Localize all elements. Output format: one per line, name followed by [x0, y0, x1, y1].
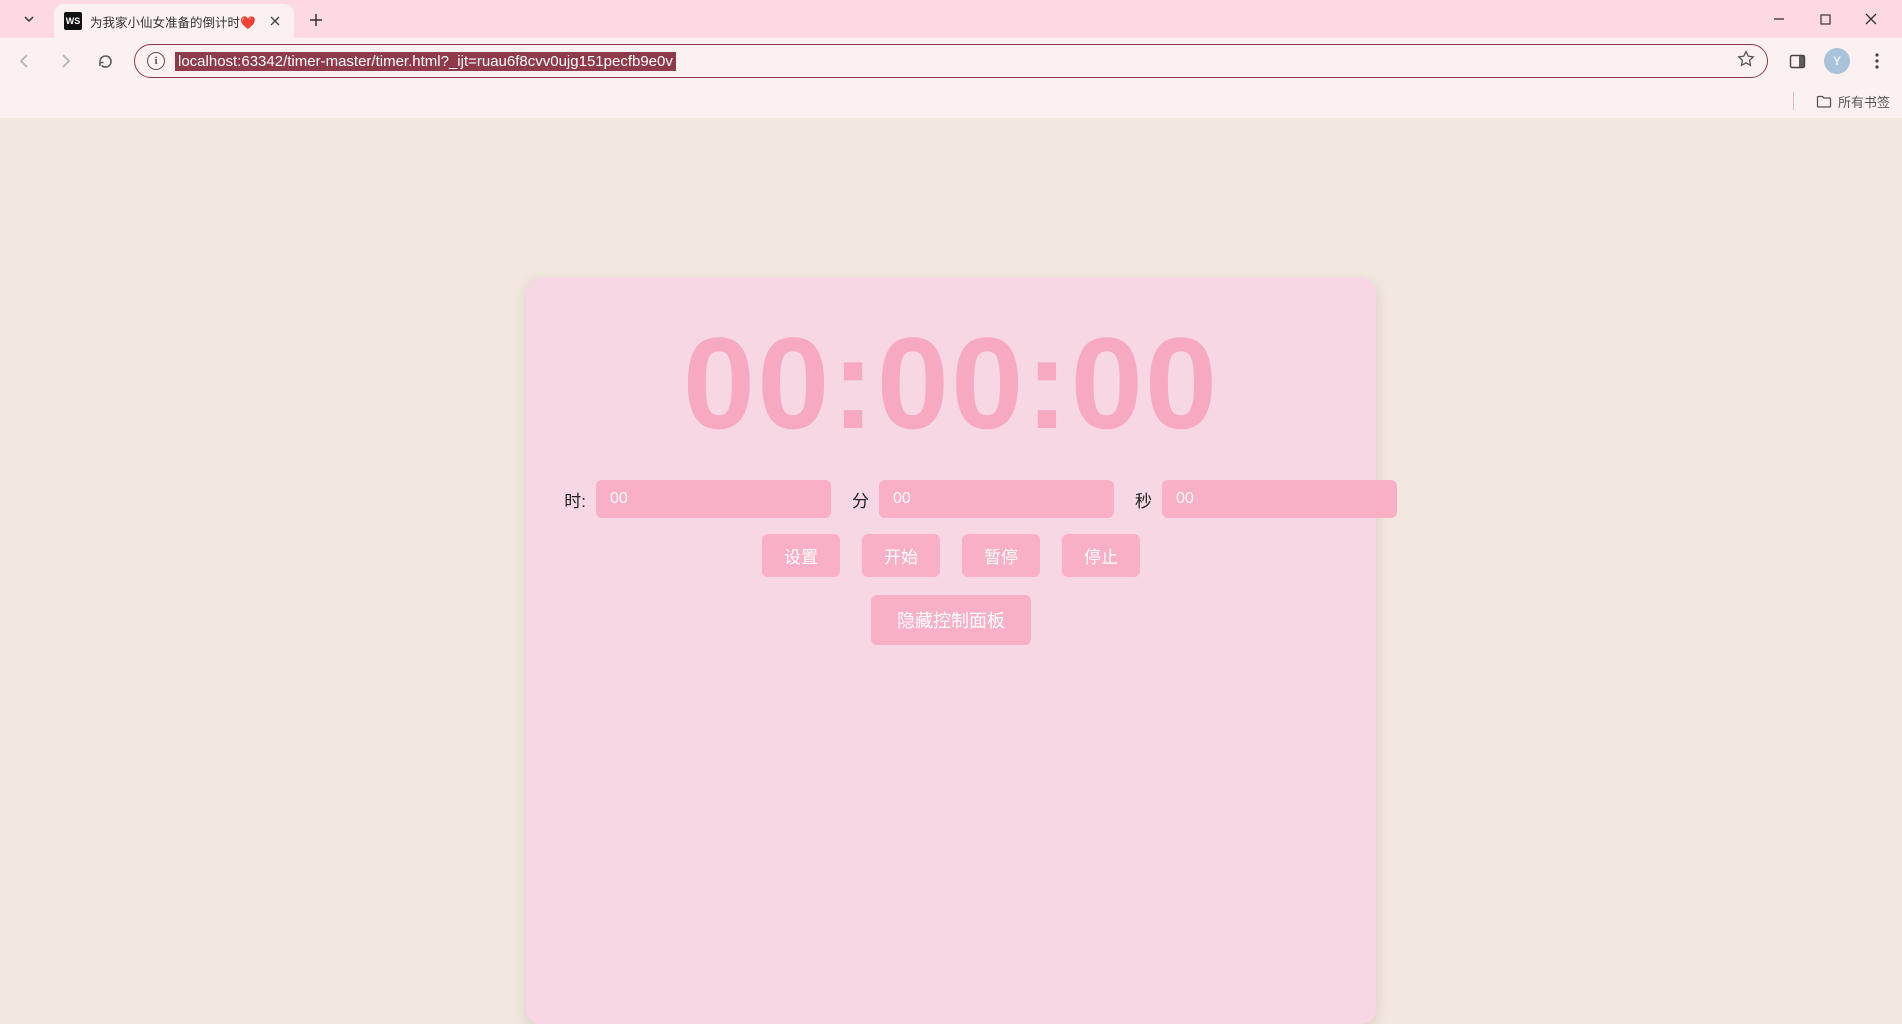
- hour-input[interactable]: [596, 480, 831, 518]
- plus-icon: [309, 13, 323, 27]
- timer-card: 00:00:00 时: 分 秒 设置 开始 暂停 停止 隐藏控制面板: [526, 278, 1376, 1024]
- omnibox[interactable]: i localhost:63342/timer-master/timer.htm…: [134, 44, 1768, 78]
- tab-strip: WS 为我家小仙女准备的倒计时❤️: [0, 0, 1902, 38]
- timer-display: 00:00:00: [683, 318, 1219, 448]
- tab-favicon: WS: [64, 12, 82, 30]
- set-button[interactable]: 设置: [762, 534, 840, 577]
- second-label: 秒: [1124, 487, 1152, 512]
- chevron-down-icon: [23, 13, 35, 25]
- kebab-icon: [1875, 53, 1879, 69]
- hide-panel-button[interactable]: 隐藏控制面板: [871, 595, 1031, 645]
- bookmarks-bar: 所有书签: [0, 84, 1902, 118]
- stop-button[interactable]: 停止: [1062, 534, 1140, 577]
- star-icon: [1737, 50, 1755, 68]
- hour-label: 时:: [558, 487, 586, 512]
- arrow-left-icon: [16, 52, 34, 70]
- timer-buttons-row: 设置 开始 暂停 停止: [762, 534, 1140, 577]
- side-panel-button[interactable]: [1780, 44, 1814, 78]
- close-icon: [1865, 13, 1877, 25]
- page-content: 00:00:00 时: 分 秒 设置 开始 暂停 停止 隐藏控制面板: [0, 118, 1902, 1024]
- tab-title: 为我家小仙女准备的倒计时❤️: [90, 12, 256, 31]
- tabs-dropdown-button[interactable]: [16, 6, 42, 32]
- panel-icon: [1789, 53, 1806, 70]
- arrow-right-icon: [56, 52, 74, 70]
- avatar-letter: Y: [1824, 48, 1850, 74]
- nav-reload-button[interactable]: [88, 44, 122, 78]
- browser-menu-button[interactable]: [1860, 44, 1894, 78]
- url-text: localhost:63342/timer-master/timer.html?…: [175, 52, 676, 71]
- nav-back-button[interactable]: [8, 44, 42, 78]
- all-bookmarks-label: 所有书签: [1838, 92, 1890, 111]
- start-button[interactable]: 开始: [862, 534, 940, 577]
- maximize-icon: [1820, 14, 1831, 25]
- browser-toolbar: i localhost:63342/timer-master/timer.htm…: [0, 38, 1902, 84]
- nav-forward-button[interactable]: [48, 44, 82, 78]
- minimize-icon: [1773, 13, 1785, 25]
- second-input[interactable]: [1162, 480, 1397, 518]
- minute-label: 分: [841, 487, 869, 512]
- timer-inputs-row: 时: 分 秒: [554, 480, 1348, 518]
- pause-button[interactable]: 暂停: [962, 534, 1040, 577]
- browser-tab-active[interactable]: WS 为我家小仙女准备的倒计时❤️: [54, 4, 294, 38]
- folder-icon: [1816, 94, 1832, 108]
- window-controls: [1756, 4, 1894, 34]
- profile-avatar[interactable]: Y: [1820, 44, 1854, 78]
- window-maximize-button[interactable]: [1802, 4, 1848, 34]
- window-minimize-button[interactable]: [1756, 4, 1802, 34]
- window-close-button[interactable]: [1848, 4, 1894, 34]
- new-tab-button[interactable]: [302, 6, 330, 34]
- site-info-icon[interactable]: i: [147, 52, 165, 70]
- all-bookmarks-button[interactable]: 所有书签: [1816, 92, 1890, 111]
- browser-chrome: WS 为我家小仙女准备的倒计时❤️: [0, 0, 1902, 118]
- tab-close-button[interactable]: [270, 14, 280, 29]
- reload-icon: [97, 53, 114, 70]
- close-icon: [270, 16, 280, 26]
- bookmarks-separator: [1793, 92, 1794, 110]
- bookmark-star-button[interactable]: [1737, 50, 1755, 73]
- minute-input[interactable]: [879, 480, 1114, 518]
